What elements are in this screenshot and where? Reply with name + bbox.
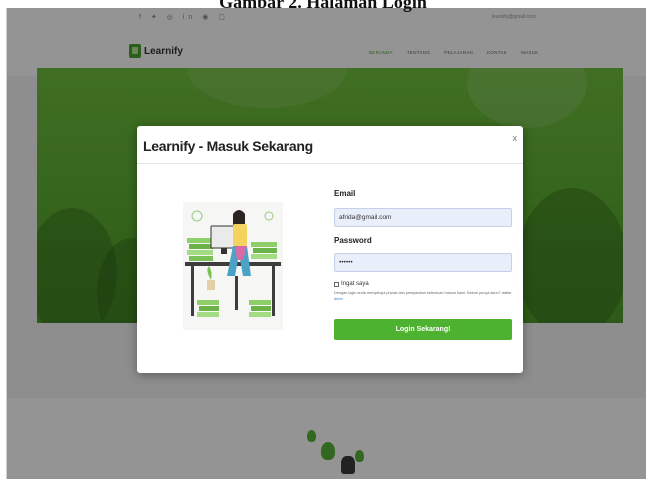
modal-header: Learnify - Masuk Sekarang x bbox=[137, 126, 523, 164]
browser-frame: f ✦ ◎ in ◉ ▢ learnify@gmail.com Learnify… bbox=[6, 8, 646, 479]
login-modal: Learnify - Masuk Sekarang x Email afrida… bbox=[137, 126, 523, 373]
password-field[interactable] bbox=[334, 253, 512, 272]
email-label: Email bbox=[334, 189, 356, 198]
close-button[interactable]: x bbox=[513, 133, 518, 143]
study-illustration bbox=[183, 202, 283, 330]
email-field[interactable] bbox=[334, 208, 512, 227]
terms-text: Dengan login anda menyetujui privasi dan… bbox=[334, 291, 512, 301]
modal-title: Learnify - Masuk Sekarang bbox=[143, 138, 313, 154]
register-link[interactable]: disini bbox=[334, 297, 343, 301]
remember-checkbox[interactable] bbox=[334, 281, 339, 287]
password-label: Password bbox=[334, 236, 372, 245]
remember-label: Ingat saya bbox=[341, 281, 369, 287]
remember-me[interactable]: Ingat saya bbox=[334, 281, 369, 287]
login-button[interactable]: Login Sekarang! bbox=[334, 319, 512, 340]
figure-caption: Gambar 2. Halaman Login bbox=[219, 0, 427, 12]
